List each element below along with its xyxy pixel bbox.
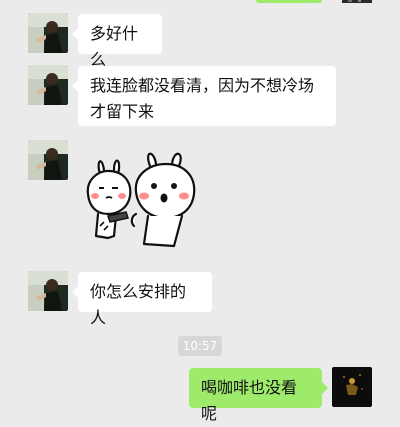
message-text: 我连脸都没看清，因为不想冷场才留下来 — [90, 76, 315, 121]
contact-avatar[interactable] — [28, 271, 68, 311]
chat-message-list[interactable]: 多好什么 我连脸都没看清，因为不想冷场才留下来 你怎么安排的人 10:57 喝咖… — [0, 0, 400, 423]
message-bubble[interactable]: 你怎么安排的人 — [72, 272, 212, 327]
two-white-rabbits-sticker[interactable] — [78, 152, 202, 252]
contact-avatar[interactable] — [28, 13, 68, 53]
contact-avatar[interactable] — [28, 65, 68, 105]
my-avatar[interactable] — [332, 367, 372, 407]
message-text: 喝咖啡也没看呢 — [201, 378, 298, 423]
previous-sent-bubble-edge — [256, 0, 322, 3]
sent-message-bubble[interactable]: 喝咖啡也没看呢 — [189, 368, 328, 423]
message-bubble[interactable]: 多好什么 — [72, 14, 162, 69]
contact-avatar[interactable] — [28, 140, 68, 180]
message-text: 你怎么安排的人 — [90, 282, 187, 327]
previous-avatar-edge — [342, 0, 372, 3]
message-timestamp: 10:57 — [178, 336, 222, 356]
message-text: 多好什么 — [90, 24, 139, 69]
message-bubble[interactable]: 我连脸都没看清，因为不想冷场才留下来 — [72, 66, 336, 126]
